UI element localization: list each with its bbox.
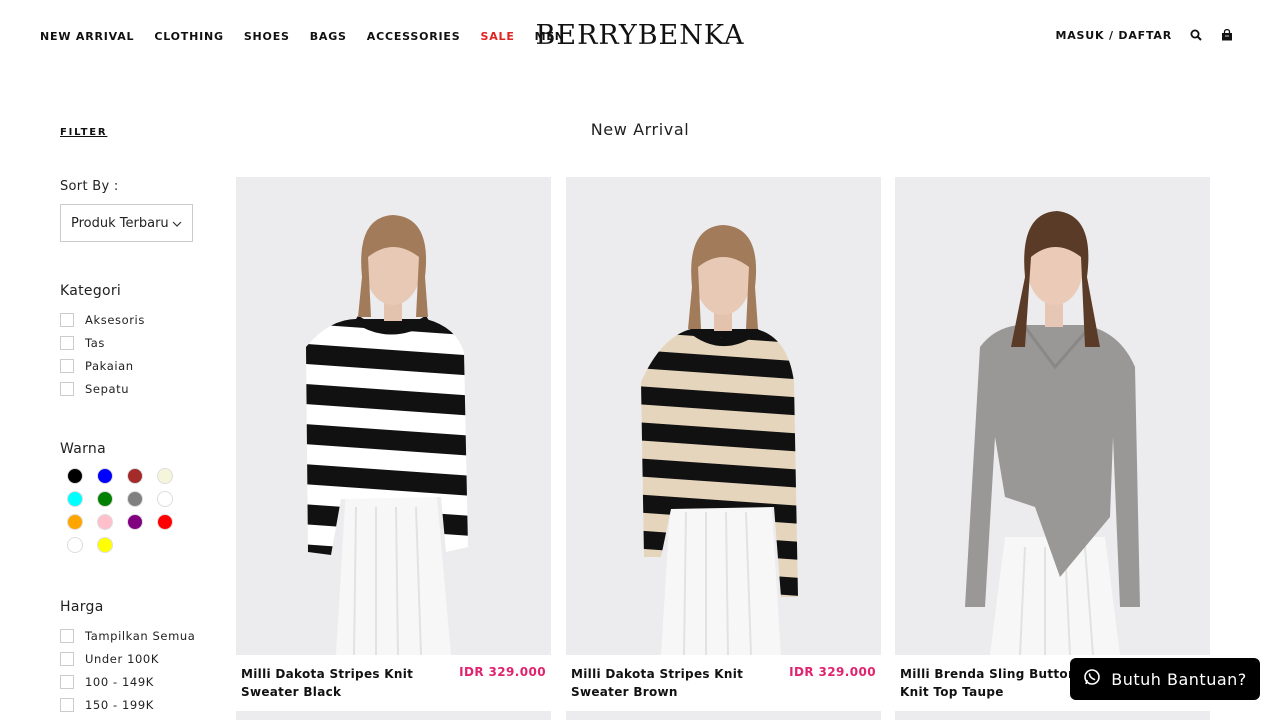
nav-clothing[interactable]: CLOTHING — [154, 30, 223, 43]
product-name[interactable]: Milli Brenda Sling Button Knit Top Taupe — [900, 665, 1090, 701]
harga-option-100-149k[interactable]: 100 - 149K — [60, 670, 210, 693]
product-image-next-row[interactable] — [566, 711, 881, 720]
account-nav: MASUK / DAFTAR — [1055, 28, 1234, 42]
product-name[interactable]: Milli Dakota Stripes Knit Sweater Brown — [571, 665, 761, 701]
harga-option-150-199k[interactable]: 150 - 199K — [60, 693, 210, 716]
product-info: Milli Dakota Stripes Knit Sweater Brown … — [571, 665, 876, 701]
kategori-option-sepatu[interactable]: Sepatu — [60, 377, 210, 400]
product-image-next-row[interactable] — [895, 711, 1210, 720]
product-price: IDR 329.000 — [789, 665, 876, 679]
color-swatch[interactable] — [97, 537, 113, 553]
sort-value: Produk Terbaru — [71, 215, 169, 231]
harga-option-all[interactable]: Tampilkan Semua — [60, 624, 210, 647]
color-swatch[interactable] — [67, 468, 83, 484]
product-info: Milli Dakota Stripes Knit Sweater Black … — [241, 665, 546, 701]
color-swatch[interactable] — [127, 491, 143, 507]
help-chat-button[interactable]: Butuh Bantuan? — [1070, 658, 1260, 700]
nav-sale[interactable]: SALE — [480, 30, 514, 43]
filter-sidebar: FILTER Sort By : Produk Terbaru Kategori… — [60, 120, 210, 712]
whatsapp-icon — [1083, 668, 1101, 690]
color-swatch[interactable] — [157, 514, 173, 530]
checkbox[interactable] — [60, 358, 74, 373]
checkbox[interactable] — [60, 674, 74, 689]
product-image[interactable] — [566, 177, 881, 655]
filter-toggle[interactable]: FILTER — [60, 127, 107, 138]
sort-label: Sort By : — [60, 179, 119, 194]
product-card[interactable]: Milli Dakota Stripes Knit Sweater Brown … — [566, 177, 881, 699]
product-image[interactable] — [895, 177, 1210, 655]
product-name[interactable]: Milli Dakota Stripes Knit Sweater Black — [241, 665, 431, 701]
nav-shoes[interactable]: SHOES — [244, 30, 290, 43]
checkbox[interactable] — [60, 697, 74, 712]
login-register-link[interactable]: MASUK / DAFTAR — [1055, 29, 1172, 42]
color-swatch[interactable] — [97, 491, 113, 507]
warna-title: Warna — [60, 441, 106, 457]
color-swatch[interactable] — [127, 514, 143, 530]
kategori-list: Aksesoris Tas Pakaian Sepatu — [60, 308, 210, 400]
kategori-title: Kategori — [60, 283, 122, 299]
checkbox[interactable] — [60, 651, 74, 666]
nav-bags[interactable]: BAGS — [310, 30, 347, 43]
checkbox[interactable] — [60, 381, 74, 396]
product-price: IDR 329.000 — [459, 665, 546, 679]
harga-option-under-100k[interactable]: Under 100K — [60, 647, 210, 670]
sort-select[interactable]: Produk Terbaru — [60, 204, 193, 242]
color-swatch[interactable] — [97, 514, 113, 530]
harga-title: Harga — [60, 599, 104, 615]
kategori-option-pakaian[interactable]: Pakaian — [60, 354, 210, 377]
color-swatch[interactable] — [97, 468, 113, 484]
brand-logo[interactable]: BERRYBENKA — [515, 20, 765, 51]
main-nav: NEW ARRIVAL CLOTHING SHOES BAGS ACCESSOR… — [40, 30, 565, 43]
nav-new-arrival[interactable]: NEW ARRIVAL — [40, 30, 134, 43]
site-header: NEW ARRIVAL CLOTHING SHOES BAGS ACCESSOR… — [0, 0, 1280, 72]
product-image-next-row[interactable] — [236, 711, 551, 720]
color-swatch[interactable] — [157, 491, 173, 507]
color-swatch[interactable] — [67, 514, 83, 530]
color-swatch[interactable] — [67, 491, 83, 507]
harga-list: Tampilkan Semua Under 100K 100 - 149K 15… — [60, 624, 210, 716]
chevron-down-icon — [172, 216, 182, 231]
search-icon[interactable] — [1189, 28, 1203, 42]
shopping-bag-icon[interactable] — [1220, 28, 1234, 42]
color-swatch[interactable] — [67, 537, 83, 553]
kategori-option-aksesoris[interactable]: Aksesoris — [60, 308, 210, 331]
checkbox[interactable] — [60, 628, 74, 643]
help-label: Butuh Bantuan? — [1111, 669, 1247, 689]
nav-accessories[interactable]: ACCESSORIES — [367, 30, 461, 43]
product-card[interactable]: Milli Dakota Stripes Knit Sweater Black … — [236, 177, 551, 699]
checkbox[interactable] — [60, 312, 74, 327]
color-swatch[interactable] — [127, 468, 143, 484]
checkbox[interactable] — [60, 335, 74, 350]
product-image[interactable] — [236, 177, 551, 655]
product-card[interactable]: Milli Brenda Sling Button Knit Top Taupe — [895, 177, 1210, 699]
kategori-option-tas[interactable]: Tas — [60, 331, 210, 354]
color-swatch[interactable] — [157, 468, 173, 484]
color-swatches — [67, 468, 187, 553]
